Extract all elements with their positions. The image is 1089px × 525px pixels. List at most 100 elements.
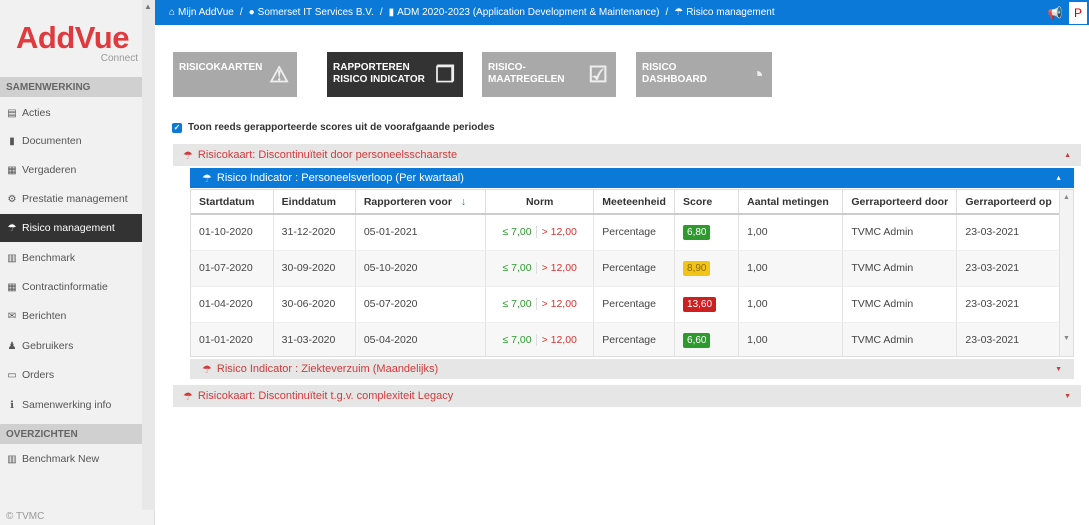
expand-icon[interactable]: ▼ bbox=[1055, 366, 1062, 373]
indicator-ziekteverzuim[interactable]: ☂ Risico Indicator : Ziekteverzuim (Maan… bbox=[190, 359, 1074, 379]
section-header-overzichten: OVERZICHTEN bbox=[0, 424, 142, 444]
cell-gerraporteerd-op: 23-03-2021 bbox=[956, 214, 1061, 251]
riskcard-complexiteit-legacy[interactable]: ☂ Risicokaart: Discontinuïteit t.g.v. co… bbox=[173, 385, 1081, 407]
sidebar-item-vergaderen[interactable]: ▦ Vergaderen bbox=[0, 156, 142, 184]
indicator-table: Startdatum Einddatum Rapporteren voor ↓ … bbox=[190, 189, 1074, 357]
indicator-personeelsverloop[interactable]: ☂ Risico Indicator : Personeelsverloop (… bbox=[190, 168, 1074, 188]
sidebar-item-prestatie-management[interactable]: ⚙ Prestatie management bbox=[0, 185, 142, 213]
collapse-icon[interactable]: ▲ bbox=[1055, 175, 1062, 182]
cell-score: 6,60 bbox=[674, 322, 740, 356]
breadcrumb-item[interactable]: Risico management bbox=[686, 7, 774, 18]
sidebar-item-label: Gebruikers bbox=[22, 340, 74, 352]
info-icon: ℹ bbox=[10, 399, 14, 411]
breadcrumb-item[interactable]: Mijn AddVue bbox=[178, 7, 234, 18]
sidebar-item-contractinformatie[interactable]: ▦ Contractinformatie bbox=[0, 273, 142, 301]
tile-risico-dashboard[interactable]: RISICO DASHBOARD ◔ bbox=[636, 52, 772, 97]
tile-label-line1: RISICO bbox=[642, 62, 677, 73]
column-header-startdatum[interactable]: Startdatum bbox=[191, 190, 274, 215]
cell-meeteenheid: Percentage bbox=[593, 214, 676, 251]
sidebar-item-label: Vergaderen bbox=[22, 164, 77, 176]
sidebar-item-gebruikers[interactable]: ♟ Gebruikers bbox=[0, 332, 142, 360]
column-header-aantal-metingen[interactable]: Aantal metingen bbox=[738, 190, 844, 215]
cell-score: 6,80 bbox=[674, 214, 740, 251]
cell-startdatum: 01-01-2020 bbox=[191, 322, 274, 356]
calendar-icon: ▦ bbox=[7, 164, 17, 176]
breadcrumb-separator: / bbox=[379, 7, 383, 18]
riskcard-personeelsschaarste[interactable]: ☂ Risicokaart: Discontinuïteit door pers… bbox=[173, 144, 1081, 166]
bar-chart-icon: ▥ bbox=[7, 252, 17, 264]
user-icon: ● bbox=[248, 7, 255, 18]
cell-gerraporteerd-door: TVMC Admin bbox=[842, 214, 958, 251]
sidebar-item-risico-management[interactable]: ☂ Risico management bbox=[0, 214, 142, 242]
document-icon: ▭ bbox=[7, 369, 17, 381]
column-header-rapporteren-voor[interactable]: Rapporteren voor ↓ bbox=[355, 190, 487, 215]
sidebar-item-documenten[interactable]: ▮ Documenten bbox=[0, 127, 142, 155]
sidebar-item-samenwerking-info[interactable]: ℹ Samenwerking info bbox=[0, 391, 142, 419]
table-scrollbar[interactable]: ▲ ▼ bbox=[1059, 190, 1073, 356]
expand-icon[interactable]: ▼ bbox=[1064, 393, 1071, 400]
sidebar: AddVue Connect SAMENWERKING ▤ Acties ▮ D… bbox=[0, 0, 155, 525]
powerpoint-icon[interactable]: P bbox=[1069, 1, 1087, 24]
sort-desc-icon[interactable]: ↓ bbox=[461, 196, 466, 208]
cell-score: 13,60 bbox=[674, 286, 740, 323]
cell-gerraporteerd-door: TVMC Admin bbox=[842, 286, 958, 323]
logo-text: AddVue bbox=[16, 20, 129, 55]
column-header-gerraporteerd-door[interactable]: Gerraporteerd door bbox=[842, 190, 958, 215]
riskcard-label: Risicokaart: Discontinuïteit t.g.v. comp… bbox=[197, 390, 454, 402]
umbrella-icon: ☂ bbox=[202, 363, 212, 376]
cell-startdatum: 01-04-2020 bbox=[191, 286, 274, 323]
sidebar-item-acties[interactable]: ▤ Acties bbox=[0, 99, 142, 127]
scroll-up-icon[interactable]: ▲ bbox=[1063, 194, 1070, 201]
cell-meeteenheid: Percentage bbox=[593, 322, 676, 356]
norm-max: > 12,00 bbox=[535, 226, 577, 239]
sidebar-scrollbar[interactable]: ▲ bbox=[142, 0, 155, 510]
column-header-score[interactable]: Score bbox=[674, 190, 740, 215]
checkbox-icon: ☑ bbox=[588, 62, 608, 87]
scroll-up-icon[interactable]: ▲ bbox=[144, 2, 152, 11]
breadcrumb-item[interactable]: ADM 2020-2023 (Application Development &… bbox=[397, 7, 659, 18]
table-row[interactable]: 01-04-2020 30-06-2020 05-07-2020 ≤ 7,00 >… bbox=[191, 286, 1061, 323]
umbrella-icon: ☂ bbox=[7, 222, 17, 234]
sidebar-item-benchmark-new[interactable]: ▥ Benchmark New bbox=[0, 445, 142, 473]
sidebar-item-label: Risico management bbox=[22, 222, 115, 234]
tile-rapporteren-risico-indicator[interactable]: RAPPORTEREN RISICO INDICATOR ❐ bbox=[327, 52, 463, 97]
breadcrumb-item[interactable]: Somerset IT Services B.V. bbox=[258, 7, 374, 18]
scroll-down-icon[interactable]: ▼ bbox=[1063, 335, 1070, 342]
table-row[interactable]: 01-01-2020 31-03-2020 05-04-2020 ≤ 7,00 >… bbox=[191, 322, 1061, 356]
column-header-norm[interactable]: Norm bbox=[485, 190, 595, 215]
sidebar-item-benchmark[interactable]: ▥ Benchmark bbox=[0, 244, 142, 272]
cell-einddatum: 31-03-2020 bbox=[273, 322, 356, 356]
collapse-icon[interactable]: ▲ bbox=[1064, 152, 1071, 159]
table-row[interactable]: 01-07-2020 30-09-2020 05-10-2020 ≤ 7,00 >… bbox=[191, 250, 1061, 287]
cell-norm: ≤ 7,00 > 12,00 bbox=[485, 286, 595, 323]
column-header-einddatum[interactable]: Einddatum bbox=[273, 190, 356, 215]
score-badge: 6,60 bbox=[683, 332, 711, 348]
norm-max: > 12,00 bbox=[535, 262, 577, 274]
show-previous-scores-checkbox[interactable]: ✓ bbox=[172, 122, 182, 133]
show-previous-scores-label[interactable]: Toon reeds gerapporteerde scores uit de … bbox=[188, 122, 495, 133]
tile-risicokaarten[interactable]: RISICOKAARTEN ⚠ bbox=[173, 52, 297, 97]
table-row[interactable]: 01-10-2020 31-12-2020 05-01-2021 ≤ 7,00 >… bbox=[191, 214, 1061, 251]
tile-risico-maatregelen[interactable]: RISICO- MAATREGELEN ☑ bbox=[482, 52, 616, 97]
indicator-label: Risico Indicator : Ziekteverzuim (Maande… bbox=[216, 363, 439, 375]
gears-icon: ⚙ bbox=[7, 193, 17, 205]
sidebar-item-label: Berichten bbox=[22, 310, 67, 322]
cell-gerraporteerd-op: 23-03-2021 bbox=[956, 250, 1061, 287]
column-header-meeteenheid[interactable]: Meeteenheid bbox=[593, 190, 676, 215]
cell-startdatum: 01-10-2020 bbox=[191, 214, 274, 251]
column-header-gerraporteerd-op[interactable]: Gerraporteerd op bbox=[956, 190, 1061, 215]
cell-meeteenheid: Percentage bbox=[593, 286, 676, 323]
sidebar-item-label: Prestatie management bbox=[22, 193, 128, 205]
sidebar-item-orders[interactable]: ▭ Orders bbox=[0, 361, 142, 389]
file-icon: ▮ bbox=[9, 135, 15, 147]
sidebar-item-berichten[interactable]: ✉ Berichten bbox=[0, 302, 142, 330]
cell-aantal-metingen: 1,00 bbox=[738, 286, 844, 323]
cell-gerraporteerd-door: TVMC Admin bbox=[842, 250, 958, 287]
cell-einddatum: 31-12-2020 bbox=[273, 214, 356, 251]
home-icon: ⌂ bbox=[169, 7, 176, 18]
warning-icon: ⚠ bbox=[269, 62, 289, 87]
addvue-logo[interactable]: AddVue Connect bbox=[16, 22, 140, 72]
cell-rapporteren-voor: 05-04-2020 bbox=[355, 322, 487, 356]
announcement-icon[interactable]: 📢 bbox=[1045, 6, 1065, 20]
bookmark-icon: ▮ bbox=[388, 7, 395, 18]
